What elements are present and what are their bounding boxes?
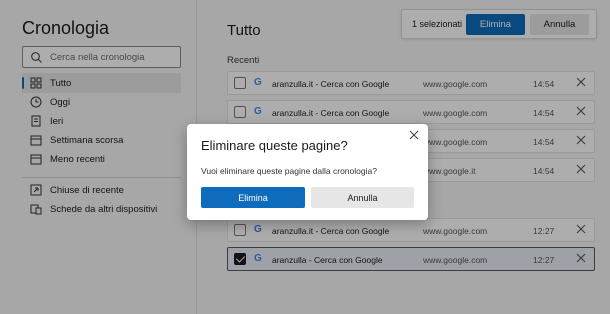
dialog-cancel-button[interactable]: Annulla [311,187,414,208]
close-icon[interactable] [409,130,419,140]
dialog-delete-button[interactable]: Elimina [201,187,305,208]
dialog-title: Eliminare queste pagine? [201,138,348,153]
confirm-delete-dialog: Eliminare queste pagine? Vuoi eliminare … [187,124,428,220]
dialog-message: Vuoi eliminare queste pagine dalla crono… [201,166,377,176]
